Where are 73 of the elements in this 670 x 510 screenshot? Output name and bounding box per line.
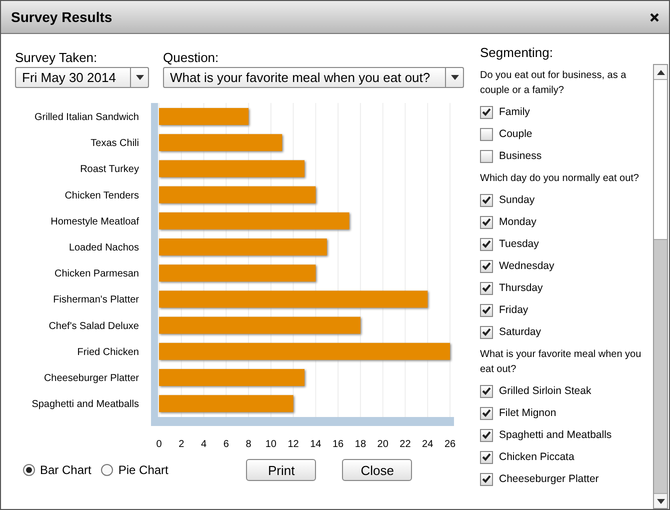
section-label: Segmenting: [480,45,554,60]
option-checkbox[interactable]: Monday [480,211,651,233]
category-label: Fried Chicken [77,346,139,358]
category-label: Loaded Nachos [68,242,139,254]
checkmark-icon [482,453,491,461]
up-arrow-icon [656,70,664,74]
checkmark-icon [482,387,491,395]
option-checkbox[interactable]: Business [480,145,651,167]
category-label: Roast Turkey [80,164,139,176]
tick-label: 0 [156,439,162,448]
down-arrow-icon [450,75,458,80]
category-label: Texas Chili [90,138,139,150]
print-button[interactable]: Print [246,459,316,481]
option-checkbox[interactable]: Tuesday [480,233,651,255]
checkmark-icon [482,262,491,270]
option-checkbox[interactable]: Cheeseburger Platter [480,468,651,490]
checkmark-icon [482,328,491,336]
checkmark-icon [482,284,491,292]
tick-label: 2 [178,439,184,448]
scrollbar[interactable] [653,64,668,509]
category-label: Homestyle Meatloaf [50,216,139,228]
checkmark-icon [482,108,491,116]
option-checkbox[interactable]: Chicken Piccata [480,446,651,468]
question-text: What is your favorite meal when you eat out? [480,348,642,377]
category-label: Chef's Salad Deluxe [48,320,139,332]
option-checkbox[interactable]: Couple [480,123,651,145]
category-label: Cheeseburger Platter [44,373,139,384]
chart-type-radio[interactable]: Pie Chart [101,463,168,477]
tick-label: 4 [201,439,207,448]
checkmark-icon [482,240,491,248]
close-button[interactable]: Close [342,459,412,481]
tick-label: 10 [265,439,276,448]
close-icon[interactable] [650,12,659,22]
option-checkbox[interactable]: Spaghetti and Meatballs [480,424,651,446]
field-label: Question: [163,50,220,65]
chart-type-radio[interactable]: Bar Chart [23,463,92,477]
category-label: Spaghetti and Meatballs [32,399,139,410]
tick-label: 8 [246,439,252,448]
checkmark-icon [482,475,491,483]
option-checkbox[interactable]: Friday [480,299,651,321]
tick-label: 24 [422,439,434,448]
window-title: Survey Results [11,9,112,25]
option-checkbox[interactable]: Wednesday [480,255,651,277]
date-dropdown[interactable]: Fri May 30 2014 [15,67,149,88]
tick-label: 18 [354,439,366,448]
checkmark-icon [482,196,491,204]
question-dropdown[interactable]: What is your favorite meal when you eat out? [163,67,464,88]
category-label: Chicken Parmesan [54,268,139,280]
option-checkbox[interactable]: Thursday [480,277,651,299]
category-label: Grilled Italian Sandwich [34,112,139,123]
checkmark-icon [482,218,491,226]
option-checkbox[interactable]: Sunday [480,189,651,211]
tick-label: 16 [332,439,344,448]
tick-label: 6 [223,439,229,448]
option-checkbox[interactable]: Saturday [480,321,651,343]
category-label: Chicken Tenders [64,190,139,202]
field-label: Survey Taken: [15,50,98,65]
option-checkbox[interactable]: Family [480,101,651,123]
tick-label: 22 [400,439,411,448]
category-label: Fisherman's Platter [53,294,139,306]
down-arrow-icon [136,75,144,80]
checkmark-icon [482,431,491,439]
tick-label: 20 [377,439,388,448]
checkmark-icon [482,409,491,417]
option-checkbox[interactable]: Filet Mignon [480,402,651,424]
checkmark-icon [482,306,491,314]
tick-label: 12 [288,439,299,448]
tick-label: 26 [444,439,456,448]
question-text: Do you eat out for business, as a couple or a family? [480,69,628,98]
down-arrow-icon [656,498,664,504]
option-checkbox[interactable]: Grilled Sirloin Steak [480,380,651,402]
question-text: Which day do you normally eat out? [480,172,640,186]
tick-label: 14 [310,439,322,448]
